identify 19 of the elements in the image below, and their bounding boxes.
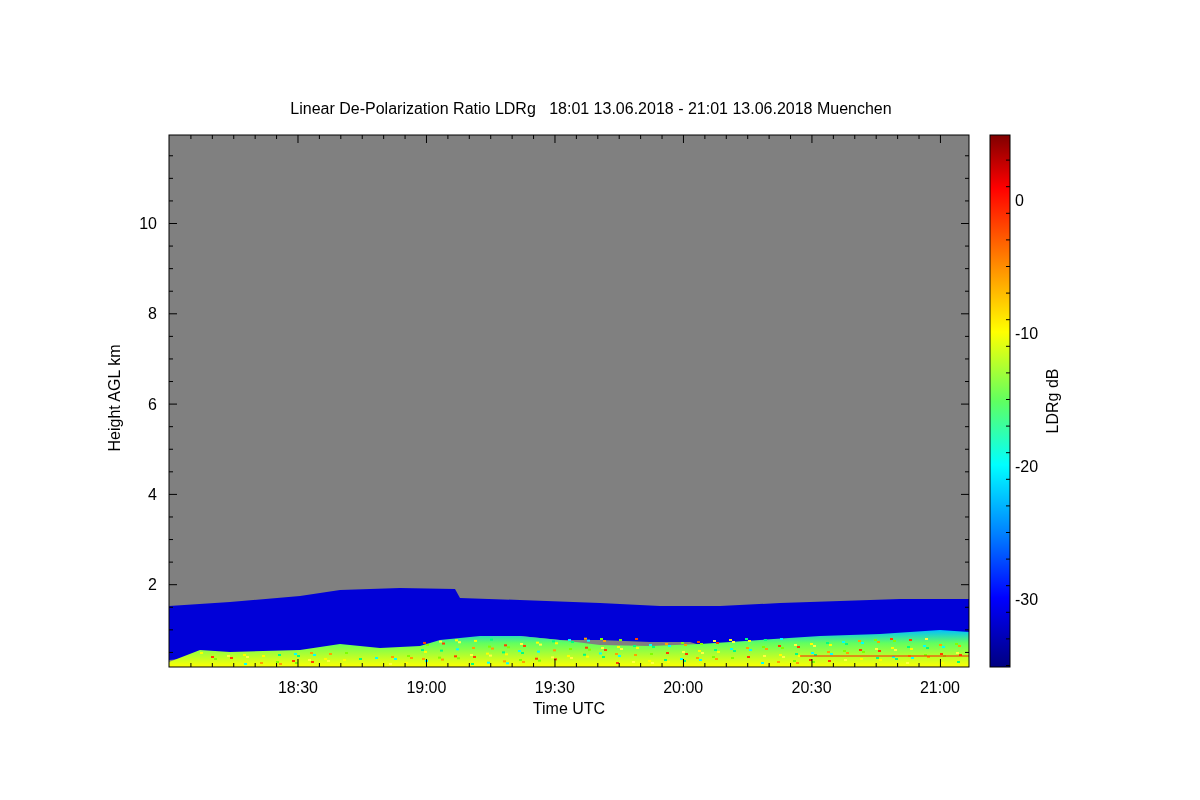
chart-title: Linear De-Polarization Ratio LDRg 18:01 13.06.2018 - 21:01 13.06.2018 Muenchen: [290, 100, 892, 117]
y-tick-label: 8: [148, 305, 157, 323]
y-axis-label: Height AGL km: [106, 344, 123, 452]
x-tick-label: 19:00: [406, 679, 447, 696]
x-tick-label: 18:30: [278, 679, 318, 696]
x-tick-label: 19:30: [534, 679, 575, 696]
y-tick-label: 10: [139, 215, 157, 232]
x-tick-label: 21:00: [920, 679, 960, 696]
y-tick-label: 2: [148, 576, 157, 594]
x-tick-label: 20:30: [791, 679, 832, 696]
x-axis-label: Time UTC: [532, 700, 606, 717]
colorbar-tick-label: -30: [1015, 591, 1039, 608]
colorbar-tick-label: -20: [1015, 458, 1039, 475]
colorbar-label: LDRg dB: [1044, 368, 1061, 434]
x-tick-label: 20:00: [663, 679, 704, 696]
colorbar-tick-label: 0: [1015, 192, 1024, 209]
colorbar-tick-label: -10: [1015, 325, 1039, 342]
y-tick-label: 4: [148, 485, 157, 503]
y-tick-label: 6: [148, 395, 157, 413]
